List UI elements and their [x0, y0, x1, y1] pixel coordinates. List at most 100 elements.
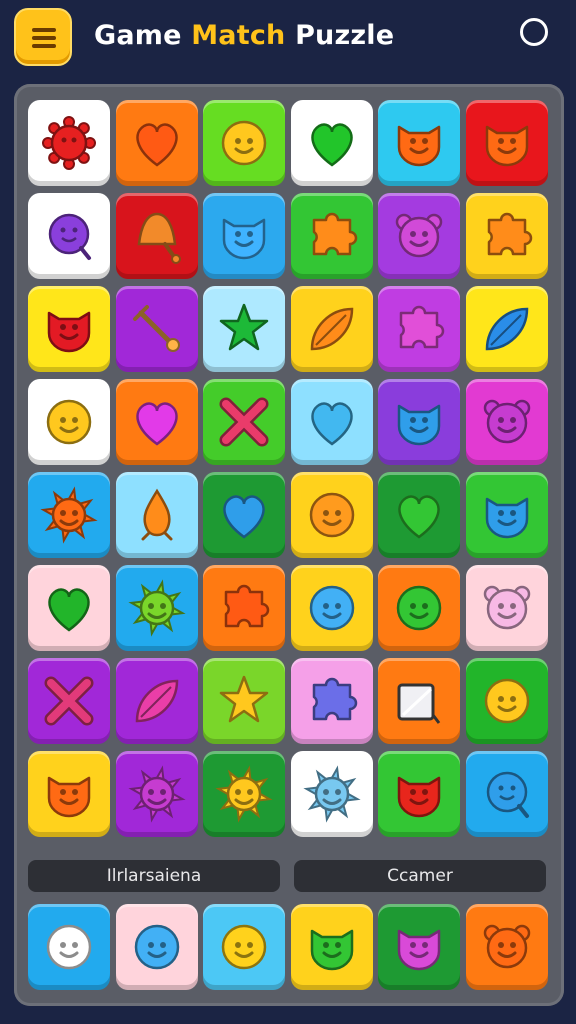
tile-r7-c3[interactable] [203, 658, 285, 744]
tile-r1-c2[interactable] [115, 100, 198, 186]
tile-r3-c2[interactable] [115, 286, 198, 372]
tile-tray-1[interactable] [28, 904, 110, 990]
tile-r3-c3[interactable] [203, 286, 285, 372]
tile-r2-c1[interactable] [28, 193, 110, 279]
tile-r8-c5[interactable] [378, 751, 460, 837]
cat-face-icon [397, 404, 441, 446]
sun-icon [40, 486, 98, 544]
tile-r8-c1[interactable] [28, 751, 110, 837]
tile-r7-c6[interactable] [465, 658, 548, 744]
tile-r6-c3[interactable] [203, 565, 285, 651]
tile-r8-c2[interactable] [115, 751, 198, 837]
heart-icon [135, 402, 178, 446]
tile-tray-5[interactable] [378, 904, 460, 990]
tile-r1-c1[interactable] [28, 100, 110, 186]
sun-icon [127, 765, 186, 823]
tile-r4-c4[interactable] [290, 379, 373, 465]
sun-icon [215, 765, 273, 823]
circle-button[interactable] [520, 18, 548, 46]
puzzle-piece-icon [224, 584, 270, 628]
star-icon [219, 675, 269, 723]
tile-r1-c6[interactable] [465, 100, 548, 186]
cross-icon [219, 397, 269, 447]
tile-r3-c6[interactable] [465, 286, 548, 372]
tile-r1-c4[interactable] [290, 100, 373, 186]
smiley-face-icon [46, 924, 92, 970]
tile-r8-c6[interactable] [465, 751, 548, 837]
tile-r1-c3[interactable] [203, 100, 285, 186]
tile-r2-c3[interactable] [203, 193, 285, 279]
tile-r6-c4[interactable] [290, 565, 373, 651]
cat-face-icon [222, 218, 266, 260]
puzzle-piece-icon [399, 305, 445, 349]
tile-r6-c6[interactable] [465, 565, 548, 651]
tile-r2-c4[interactable] [290, 193, 373, 279]
smiley-face-icon [484, 678, 529, 724]
tile-r3-c1[interactable] [28, 286, 110, 372]
tile-r6-c2[interactable] [115, 565, 198, 651]
menu-button[interactable] [14, 8, 72, 66]
heart-icon [223, 495, 265, 539]
tile-r4-c2[interactable] [115, 379, 198, 465]
puzzle-piece-icon [487, 212, 532, 256]
right-label: Ccamer [294, 860, 546, 892]
title-accent: Match [191, 20, 286, 51]
tile-r1-c5[interactable] [378, 100, 460, 186]
tile-r2-c2[interactable] [115, 193, 198, 279]
sun-icon [302, 765, 361, 823]
tile-r6-c1[interactable] [28, 565, 110, 651]
tile-r5-c6[interactable] [465, 472, 548, 558]
tile-r7-c4[interactable] [290, 658, 373, 744]
tile-r8-c4[interactable] [290, 751, 373, 837]
bear-face-icon [483, 399, 530, 444]
tile-tray-4[interactable] [290, 904, 373, 990]
tile-tray-2[interactable] [115, 904, 198, 990]
tile-r7-c1[interactable] [28, 658, 110, 744]
tile-r2-c6[interactable] [465, 193, 548, 279]
smiley-face-icon [221, 924, 267, 970]
tile-r5-c1[interactable] [28, 472, 110, 558]
tile-r5-c2[interactable] [115, 472, 198, 558]
title-prefix: Game [94, 20, 192, 51]
bubble-face-icon [48, 213, 91, 260]
bubble-face-icon [486, 771, 529, 818]
tile-r4-c3[interactable] [203, 379, 285, 465]
star-icon [219, 303, 269, 351]
tile-r3-c5[interactable] [378, 286, 460, 372]
tile-tray-6[interactable] [465, 904, 548, 990]
tile-r4-c5[interactable] [378, 379, 460, 465]
smiley-face-icon [309, 492, 354, 538]
cat-face-icon [397, 929, 441, 971]
heart-icon [135, 123, 178, 167]
tile-r2-c5[interactable] [378, 193, 460, 279]
smiley-face-icon [309, 585, 354, 631]
leaf-icon [135, 679, 178, 723]
heart-icon [310, 402, 353, 446]
title-suffix: Puzzle [285, 20, 395, 51]
puzzle-piece-icon [312, 677, 357, 721]
tile-r5-c5[interactable] [378, 472, 460, 558]
cat-face-icon [310, 929, 353, 971]
bear-face-icon [395, 213, 443, 258]
smiley-face-icon [46, 399, 92, 445]
cat-face-icon [47, 776, 91, 818]
tile-r7-c5[interactable] [378, 658, 460, 744]
game-board: Ilrlarsaiena Ccamer [14, 84, 564, 1006]
tile-r4-c6[interactable] [465, 379, 548, 465]
spiky-blob-icon [42, 116, 96, 170]
tile-r3-c4[interactable] [290, 286, 373, 372]
tile-r5-c4[interactable] [290, 472, 373, 558]
cross-icon [44, 676, 94, 726]
tile-r4-c1[interactable] [28, 379, 110, 465]
bear-face-icon [483, 585, 530, 630]
tile-r7-c2[interactable] [115, 658, 198, 744]
cat-face-icon [485, 125, 528, 167]
wand-icon [132, 305, 180, 352]
tile-r5-c3[interactable] [203, 472, 285, 558]
left-label: Ilrlarsaiena [28, 860, 280, 892]
tile-r6-c5[interactable] [378, 565, 460, 651]
tile-tray-3[interactable] [203, 904, 285, 990]
smiley-face-icon [396, 585, 442, 631]
card-icon [397, 683, 441, 724]
tile-r8-c3[interactable] [203, 751, 285, 837]
